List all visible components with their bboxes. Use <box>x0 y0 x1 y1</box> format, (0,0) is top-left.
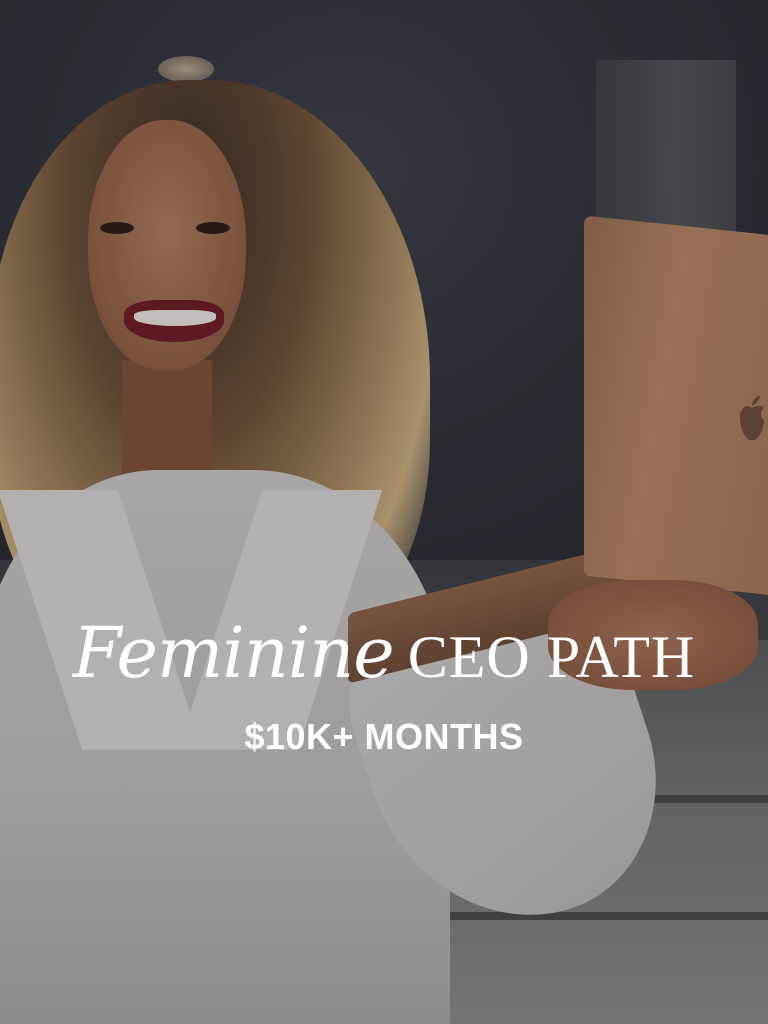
dark-overlay <box>0 0 768 1024</box>
hero-title: Feminine CEO PATH <box>0 612 768 694</box>
title-script-word: Feminine <box>72 612 395 694</box>
hero-image: Feminine CEO PATH $10K+ MONTHS <box>0 0 768 1024</box>
hero-subtitle: $10K+ MONTHS <box>244 716 524 757</box>
title-main-words: CEO PATH <box>407 624 696 690</box>
